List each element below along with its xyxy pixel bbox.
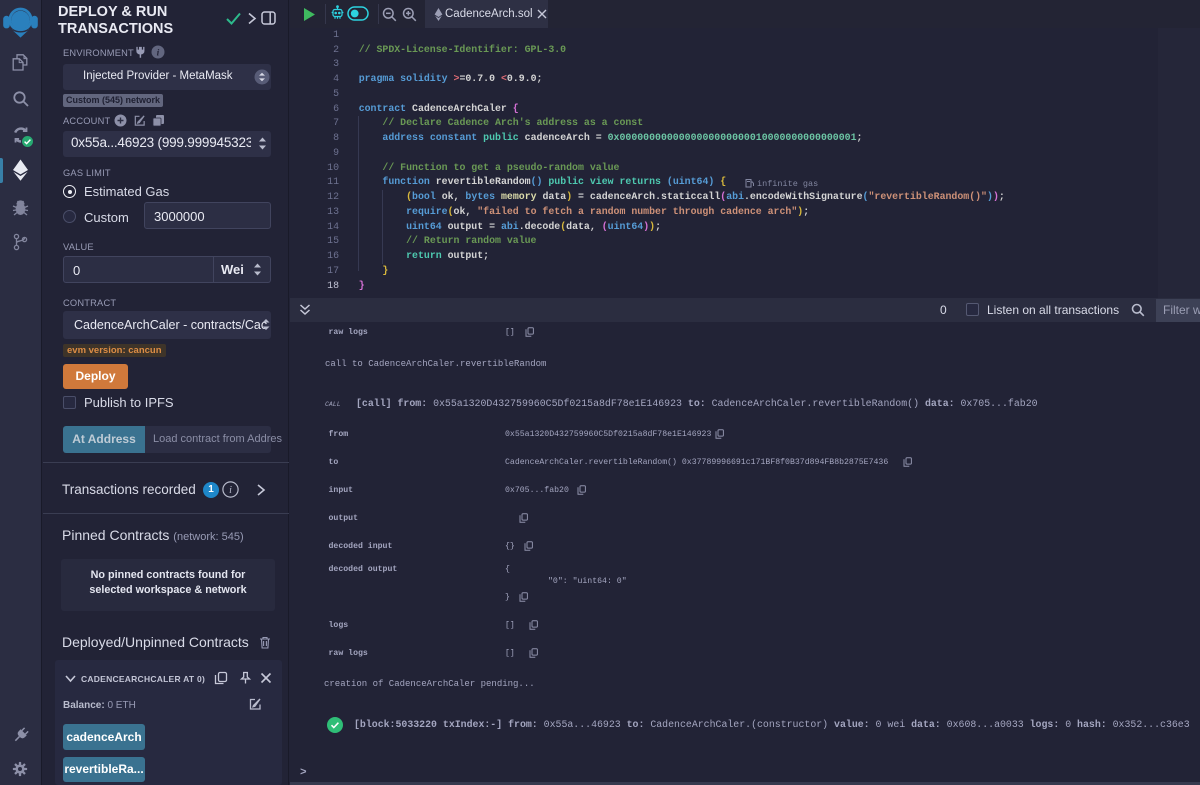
svg-text:i: i [157,48,160,58]
svg-text:i: i [229,485,232,496]
